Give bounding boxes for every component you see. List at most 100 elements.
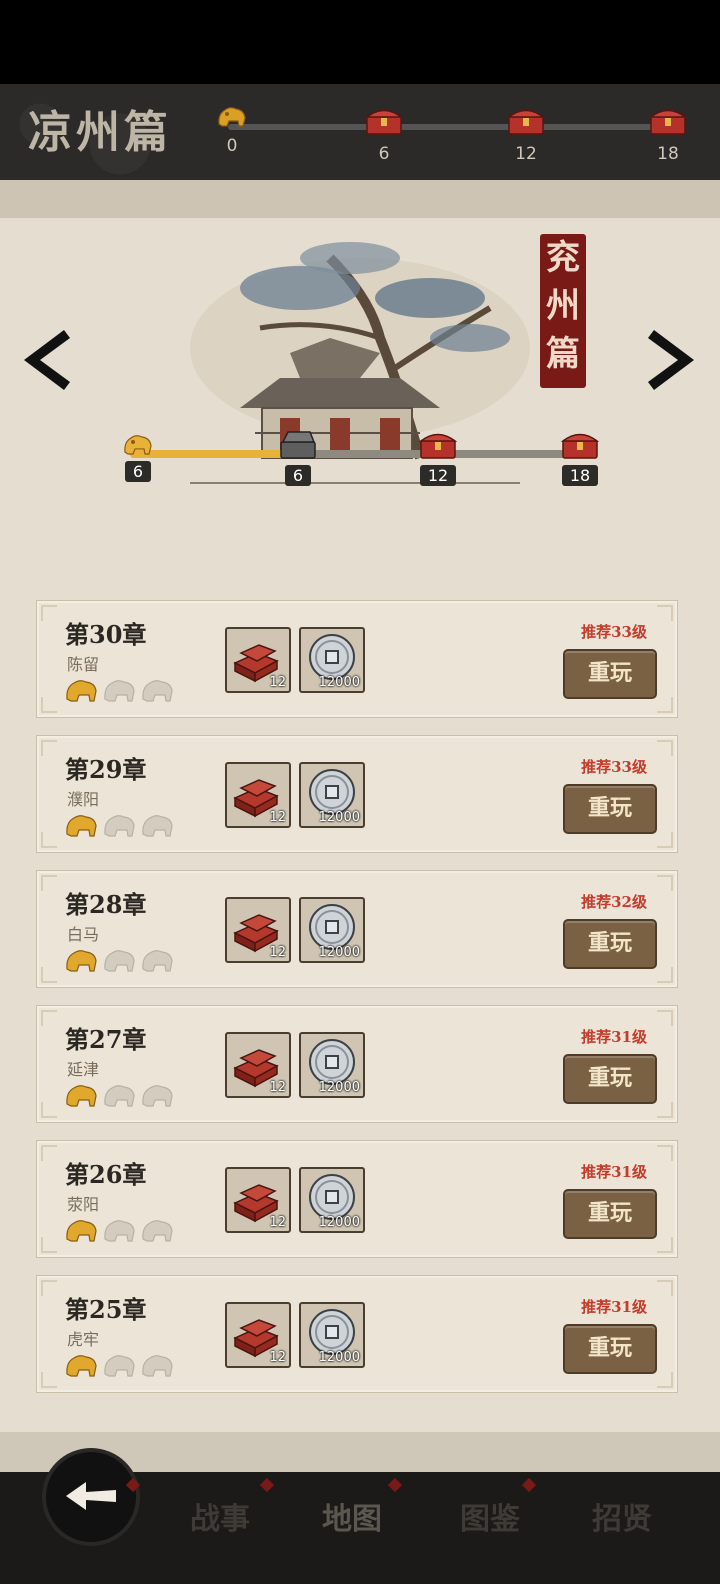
- chest-icon: [560, 433, 600, 459]
- reward-count: 12: [269, 1080, 286, 1095]
- milestone-count: 6: [284, 465, 312, 486]
- card-corner: [657, 832, 673, 848]
- card-corner: [657, 1010, 673, 1026]
- chapter-star-rating: [66, 815, 173, 837]
- chapter-region-title: 兖州篇: [540, 234, 586, 388]
- lion-icon: [218, 107, 246, 127]
- chapter-title: 第26章: [65, 1160, 147, 1189]
- card-corner: [657, 875, 673, 891]
- chapter-card[interactable]: 第30章 陈留 12 12000 推荐33级 重玩: [36, 600, 678, 718]
- recommended-level: 推荐33级: [581, 623, 647, 641]
- tab-codex[interactable]: 图鉴: [460, 1494, 520, 1538]
- chapter-card[interactable]: 第28章 白马 12 12000 推荐32级 重玩: [36, 870, 678, 988]
- card-corner: [41, 740, 57, 756]
- milestone-count: 12: [515, 144, 537, 164]
- reward-item-ingot[interactable]: 12: [225, 1302, 291, 1368]
- lion-star-empty-icon: [104, 680, 135, 702]
- chest-icon: [418, 433, 458, 459]
- lion-star-earned-icon: [66, 1355, 97, 1377]
- card-corner: [41, 1280, 57, 1296]
- reward-count: 12000: [318, 945, 360, 960]
- replay-button[interactable]: 重玩: [563, 1324, 657, 1374]
- reward-item-ingot[interactable]: 12: [225, 627, 291, 693]
- back-arrow-icon: [66, 1482, 116, 1510]
- recommended-level: 推荐31级: [581, 1298, 647, 1316]
- chevron-left-icon: [24, 330, 70, 390]
- recommended-level: 推荐31级: [581, 1028, 647, 1046]
- replay-button[interactable]: 重玩: [563, 1054, 657, 1104]
- reward-item-coin[interactable]: 12000: [299, 1167, 365, 1233]
- opened-chest-icon: [280, 431, 316, 459]
- card-corner: [41, 1237, 57, 1253]
- reward-count: 12: [269, 675, 286, 690]
- chapter-place: 荥阳: [67, 1195, 100, 1214]
- replay-button[interactable]: 重玩: [563, 1189, 657, 1239]
- chapter-card[interactable]: 第27章 延津 12 12000 推荐31级 重玩: [36, 1005, 678, 1123]
- reward-count: 12000: [318, 675, 360, 690]
- status-bar-area: [0, 0, 720, 84]
- reward-count: 12000: [318, 1350, 360, 1365]
- region-milestone-1[interactable]: 6: [268, 428, 328, 486]
- region-milestone-3[interactable]: 18: [550, 428, 610, 486]
- chapter-title: 第29章: [65, 755, 147, 784]
- reward-item-coin[interactable]: 12000: [299, 897, 365, 963]
- reward-item-ingot[interactable]: 12: [225, 1032, 291, 1098]
- chapter-card[interactable]: 第25章 虎牢 12 12000 推荐31级 重玩: [36, 1275, 678, 1393]
- reward-count: 12000: [318, 810, 360, 825]
- reward-item-ingot[interactable]: 12: [225, 1167, 291, 1233]
- milestone-count: 0: [226, 136, 238, 156]
- lion-star-empty-icon: [104, 1220, 135, 1242]
- replay-button[interactable]: 重玩: [563, 784, 657, 834]
- reward-item-coin[interactable]: 12000: [299, 1032, 365, 1098]
- header-milestone-3[interactable]: 18: [644, 104, 692, 164]
- header-milestone-1[interactable]: 6: [360, 104, 408, 164]
- reward-item-coin[interactable]: 12000: [299, 627, 365, 693]
- chapter-star-rating: [66, 950, 173, 972]
- card-corner: [657, 1102, 673, 1118]
- card-corner: [41, 605, 57, 621]
- lion-star-earned-icon: [66, 680, 97, 702]
- region-milestone-2[interactable]: 12: [408, 428, 468, 486]
- tab-battle[interactable]: 战事: [190, 1494, 250, 1538]
- chapter-title: 第27章: [65, 1025, 147, 1054]
- chevron-right-icon: [648, 330, 694, 390]
- reward-item-coin[interactable]: 12000: [299, 762, 365, 828]
- recommended-level: 推荐33级: [581, 758, 647, 776]
- card-corner: [657, 1372, 673, 1388]
- card-corner: [657, 1145, 673, 1161]
- card-corner: [657, 1280, 673, 1296]
- tab-recruit[interactable]: 招贤: [592, 1494, 652, 1538]
- reward-item-ingot[interactable]: 12: [225, 762, 291, 828]
- lion-star-empty-icon: [104, 1355, 135, 1377]
- chapter-place: 濮阳: [67, 790, 100, 809]
- reward-item-coin[interactable]: 12000: [299, 1302, 365, 1368]
- chapter-title: 第25章: [65, 1295, 147, 1324]
- chapter-card[interactable]: 第26章 荥阳 12 12000 推荐31级 重玩: [36, 1140, 678, 1258]
- lion-star-earned-icon: [66, 1220, 97, 1242]
- lion-star-empty-icon: [142, 680, 173, 702]
- replay-button[interactable]: 重玩: [563, 649, 657, 699]
- card-corner: [41, 697, 57, 713]
- lion-star-empty-icon: [104, 1085, 135, 1107]
- back-button[interactable]: [46, 1452, 136, 1542]
- header-milestone-0: 0: [208, 104, 256, 156]
- milestone-count: 18: [657, 144, 679, 164]
- lion-star-empty-icon: [104, 815, 135, 837]
- chapter-star-rating: [66, 1355, 173, 1377]
- chapter-card[interactable]: 第29章 濮阳 12 12000 推荐33级 重玩: [36, 735, 678, 853]
- chapter-title: 第28章: [65, 890, 147, 919]
- lion-star-earned-icon: [66, 1085, 97, 1107]
- card-corner: [657, 605, 673, 621]
- prev-region-button[interactable]: [16, 326, 74, 394]
- card-corner: [41, 1102, 57, 1118]
- tab-map[interactable]: 地图: [322, 1494, 382, 1538]
- reward-item-ingot[interactable]: 12: [225, 897, 291, 963]
- milestone-count: 6: [124, 461, 152, 482]
- header-milestone-2[interactable]: 12: [502, 104, 550, 164]
- replay-button[interactable]: 重玩: [563, 919, 657, 969]
- recommended-level: 推荐32级: [581, 893, 647, 911]
- next-region-button[interactable]: [644, 326, 702, 394]
- reward-count: 12: [269, 810, 286, 825]
- recommended-level: 推荐31级: [581, 1163, 647, 1181]
- chapter-map-screen: 凉州篇 0 6 12 18 兖州篇 6 6 12 18 第30章 陈留 12 1…: [0, 0, 720, 1584]
